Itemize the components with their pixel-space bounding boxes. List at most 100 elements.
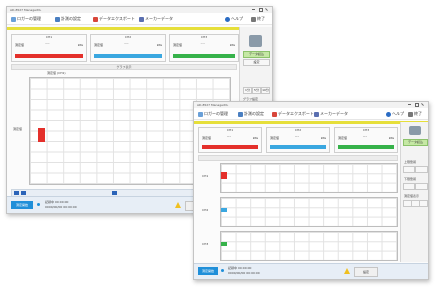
value-display-label: 測定値表示 [404, 194, 420, 198]
level-bar [15, 54, 83, 58]
interval-1min[interactable]: 1分 [243, 87, 252, 94]
interval-10min[interactable]: 10分 [261, 87, 270, 94]
menu-settings[interactable]: 計測の設定 [55, 16, 81, 22]
menu-logger[interactable]: ロガーの管理 [11, 16, 41, 22]
upper-alarm-label: 上限警報 [404, 160, 417, 164]
panel-label: 測定値 [202, 136, 212, 140]
graph-title: 測定値 (CH1) [47, 71, 66, 75]
play-icon[interactable] [21, 191, 26, 195]
status-line-1: 記録中 00:00:00 [45, 200, 69, 204]
status-line-1: 記録中 00:00:00 [228, 266, 252, 270]
upper-alarm-off[interactable] [415, 166, 428, 173]
interval-5min[interactable]: 5分 [252, 87, 261, 94]
status-line-2: 0000/00/00 00:00:00 [228, 271, 260, 275]
warning-icon [175, 202, 181, 208]
menu-logger[interactable]: ロガーの管理 [198, 111, 228, 117]
menu-label: 計測の設定 [61, 16, 81, 21]
export-icon [272, 111, 277, 117]
save-icon[interactable] [409, 126, 421, 135]
graph-grid [221, 232, 397, 260]
graph-label-ch3: CH3 [202, 242, 209, 246]
highlight-bar [7, 27, 272, 30]
toolbar: ロガーの管理 計測の設定 データエクスポート メーカーデータ ヘルプ 終了 [7, 13, 272, 25]
channel-1-signal [38, 128, 45, 142]
settings-icon [55, 16, 60, 22]
graph-ch1 [220, 163, 398, 193]
menu-data[interactable]: メーカーデータ [314, 111, 348, 117]
lower-alarm-on[interactable] [403, 183, 415, 190]
panel-value: --.- [362, 134, 368, 138]
highlight-bar [194, 121, 428, 124]
panel-unit: kPa [77, 43, 83, 47]
menu-label: ヘルプ [231, 16, 243, 21]
zoom-icon[interactable] [112, 191, 117, 195]
menu-help[interactable]: ヘルプ [386, 111, 404, 117]
panel-header: CH1 [45, 35, 53, 39]
y-axis-label: 測定値 [13, 127, 23, 131]
settings-status-button[interactable]: 設定 [354, 267, 378, 277]
channel-2-signal [221, 208, 227, 212]
menu-label: データエクスポート [278, 111, 314, 116]
menu-label: ロガーの管理 [17, 16, 41, 21]
display-option-3[interactable] [419, 200, 428, 207]
menu-label: ヘルプ [392, 111, 404, 116]
panel-label: 測定値 [94, 43, 104, 47]
level-bar [270, 145, 326, 149]
menu-settings[interactable]: 計測の設定 [238, 111, 264, 117]
logger-icon [198, 111, 203, 117]
channel-1-signal [221, 172, 227, 179]
main-window-multi-graph: AD-8527 ManagerDL ロガーの管理 計測の設定 データエクスポート… [193, 101, 429, 280]
start-measure-button[interactable]: 測定開始 [11, 201, 33, 209]
menu-export[interactable]: データエクスポート [93, 16, 135, 22]
load-data-button[interactable]: データ読込 [403, 139, 428, 146]
channel-panel-1: CH1 測定値 --.- kPa [198, 127, 262, 153]
data-icon [314, 111, 319, 117]
panel-label: 測定値 [173, 43, 183, 47]
graph-grid [221, 198, 397, 226]
settings-icon [238, 111, 243, 117]
graph-ch2 [220, 197, 398, 227]
start-measure-button[interactable]: 測定開始 [198, 267, 218, 275]
menu-export[interactable]: データエクスポート [272, 111, 314, 117]
menu-label: ロガーの管理 [204, 111, 228, 116]
panel-unit: kPa [388, 136, 394, 140]
status-bar: 測定開始 記録中 00:00:00 0000/00/00 00:00:00 設定 [194, 263, 428, 279]
right-sidebar: データ読込 上限警報 下限警報 測定値表示 [400, 122, 428, 262]
panel-value: --.- [124, 41, 129, 45]
panel-value: --.- [226, 134, 232, 138]
help-icon [225, 16, 230, 22]
upper-alarm-on[interactable] [403, 166, 415, 173]
panel-unit: kPa [229, 43, 235, 47]
channel-panel-3: CH3 測定値 --.- kPa [334, 127, 398, 153]
graph-grid [221, 164, 397, 192]
settings-button[interactable]: 設定 [243, 59, 270, 66]
menu-help[interactable]: ヘルプ [225, 16, 243, 22]
level-bar [202, 145, 258, 149]
graph-header-strip: グラフ表示 [11, 64, 237, 70]
graph-label-ch1: CH1 [202, 174, 209, 178]
menu-exit[interactable]: 終了 [251, 16, 265, 22]
level-bar [338, 145, 394, 149]
panel-value: --.- [294, 134, 300, 138]
load-data-button[interactable]: データ読込 [243, 51, 270, 58]
menu-data[interactable]: メーカーデータ [139, 16, 173, 22]
lower-alarm-label: 下限警報 [404, 177, 417, 181]
level-bar [94, 54, 162, 58]
panel-header: CH1 [226, 128, 234, 132]
channel-panel-3: CH3 測定値 --.- kPa [169, 34, 239, 62]
record-icon [37, 203, 40, 206]
save-icon[interactable] [249, 35, 262, 47]
rewind-icon[interactable] [14, 191, 19, 195]
menu-label: メーカーデータ [320, 111, 348, 116]
graph-label-ch2: CH2 [202, 208, 209, 212]
status-line-2: 0000/00/00 00:00:00 [45, 205, 77, 209]
panel-label: 測定値 [338, 136, 348, 140]
panel-header: CH3 [200, 35, 208, 39]
panel-header: CH2 [294, 128, 302, 132]
menu-exit[interactable]: 終了 [408, 111, 422, 117]
panel-value: --.- [200, 41, 205, 45]
panel-unit: kPa [156, 43, 162, 47]
panel-unit: kPa [320, 136, 326, 140]
warning-icon [344, 268, 350, 274]
lower-alarm-off[interactable] [415, 183, 428, 190]
